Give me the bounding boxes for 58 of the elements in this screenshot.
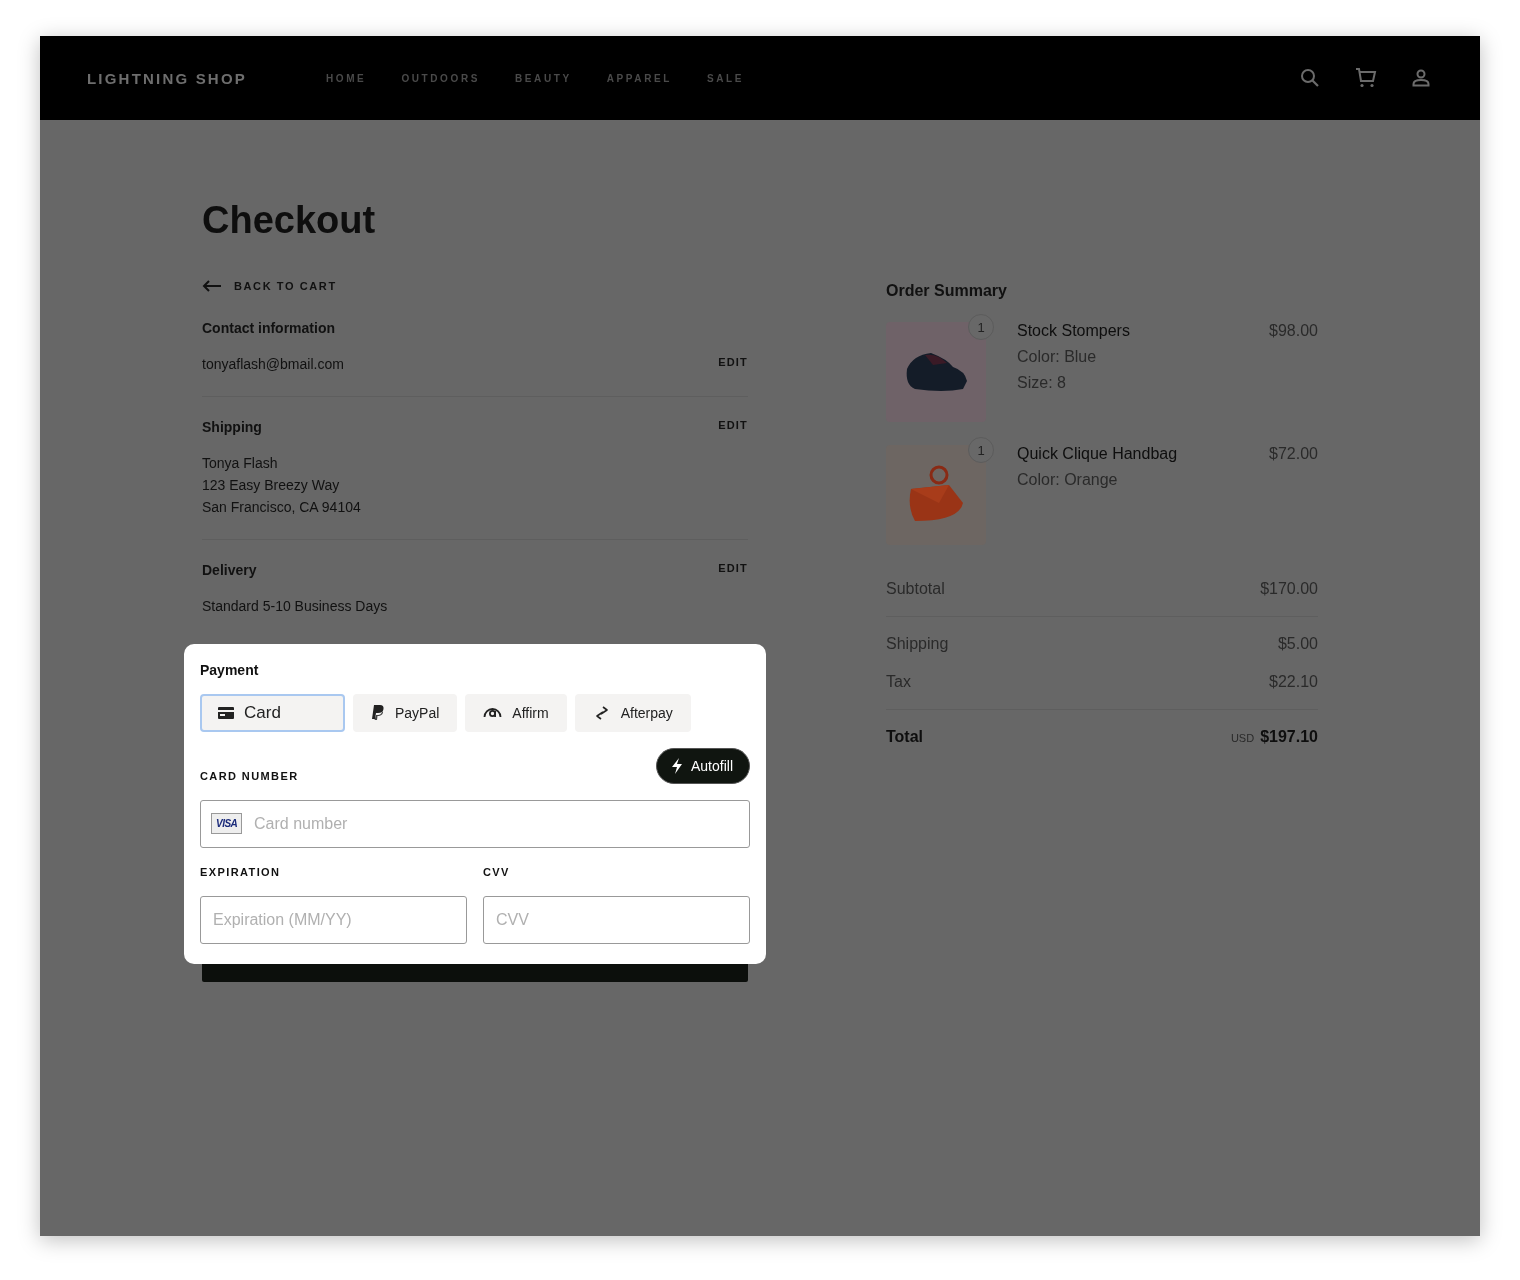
- product-detail: Color: Blue: [1017, 348, 1098, 366]
- quantity-badge: 1: [968, 437, 994, 463]
- expiration-field[interactable]: Expiration (MM/YY): [200, 895, 467, 944]
- nav-link[interactable]: HOME: [326, 72, 367, 84]
- section-text: Tonya Flash: [202, 454, 279, 471]
- payment-method-tab[interactable]: Afterpay: [574, 693, 691, 732]
- summary-value: $5.00: [1277, 635, 1318, 653]
- summary-value: $22.10: [1269, 673, 1318, 691]
- cvv-field[interactable]: CVV: [483, 895, 750, 944]
- currency-label: USD: [1230, 732, 1255, 744]
- edit-link[interactable]: EDIT: [718, 355, 748, 368]
- summary-label: Shipping: [886, 635, 949, 653]
- field-label: CVV: [483, 865, 511, 878]
- page-title: Checkout: [202, 200, 377, 242]
- search-icon[interactable]: [1300, 68, 1320, 88]
- lightning-icon: [670, 757, 683, 774]
- cart-icon[interactable]: [1355, 68, 1377, 88]
- paypal-icon: [371, 704, 385, 721]
- payment-method-tab[interactable]: PayPal: [353, 693, 458, 732]
- total-value: $197.10: [1260, 728, 1318, 746]
- section-title: Payment: [200, 661, 260, 678]
- order-summary-title: Order Summary: [886, 282, 1008, 300]
- section-text: San Francisco, CA 94104: [202, 498, 361, 515]
- quantity-badge: 1: [968, 314, 994, 340]
- card-icon: [218, 706, 234, 719]
- field-label: CARD NUMBER: [200, 769, 299, 782]
- brand-logo[interactable]: LIGHTNING SHOP: [87, 69, 247, 87]
- nav-link[interactable]: SALE: [706, 72, 745, 84]
- summary-value: $170.00: [1260, 580, 1318, 598]
- product-detail: Size: 8: [1017, 374, 1067, 392]
- product-detail: Color: Orange: [1017, 471, 1119, 489]
- edit-link[interactable]: EDIT: [718, 561, 748, 574]
- payment-method-tab[interactable]: Affirm: [465, 693, 567, 732]
- summary-label: Tax: [886, 673, 911, 691]
- section-title: Delivery: [202, 561, 257, 578]
- summary-label: Subtotal: [886, 580, 945, 598]
- product-name: Quick Clique Handbag: [1017, 445, 1179, 463]
- visa-logo: VISA: [211, 812, 243, 834]
- nav-link[interactable]: OUTDOORS: [401, 72, 480, 84]
- affirm-icon: [483, 707, 503, 718]
- section-title: Shipping: [202, 418, 262, 435]
- field-label: EXPIRATION: [200, 865, 282, 878]
- product-name: Stock Stompers: [1017, 322, 1131, 340]
- section-text: Standard 5-10 Business Days: [202, 597, 388, 614]
- back-to-cart-link[interactable]: BACK TO CART: [202, 279, 337, 292]
- product-price: $72.00: [1269, 445, 1318, 464]
- total-label: Total: [886, 728, 924, 746]
- section-title: Contact information: [202, 319, 335, 336]
- autofill-button[interactable]: Autofill: [655, 747, 750, 784]
- user-icon[interactable]: [1412, 69, 1430, 87]
- nav-link[interactable]: BEAUTY: [515, 72, 572, 84]
- edit-link[interactable]: EDIT: [718, 418, 748, 431]
- arrow-left-icon: [202, 279, 222, 292]
- payment-method-tab[interactable]: Card: [200, 693, 345, 732]
- section-text: 123 Easy Breezy Way: [202, 476, 341, 493]
- nav-link[interactable]: APPAREL: [606, 72, 672, 84]
- section-text: tonyaflash@bmail.com: [202, 355, 344, 372]
- product-price: $98.00: [1269, 322, 1318, 341]
